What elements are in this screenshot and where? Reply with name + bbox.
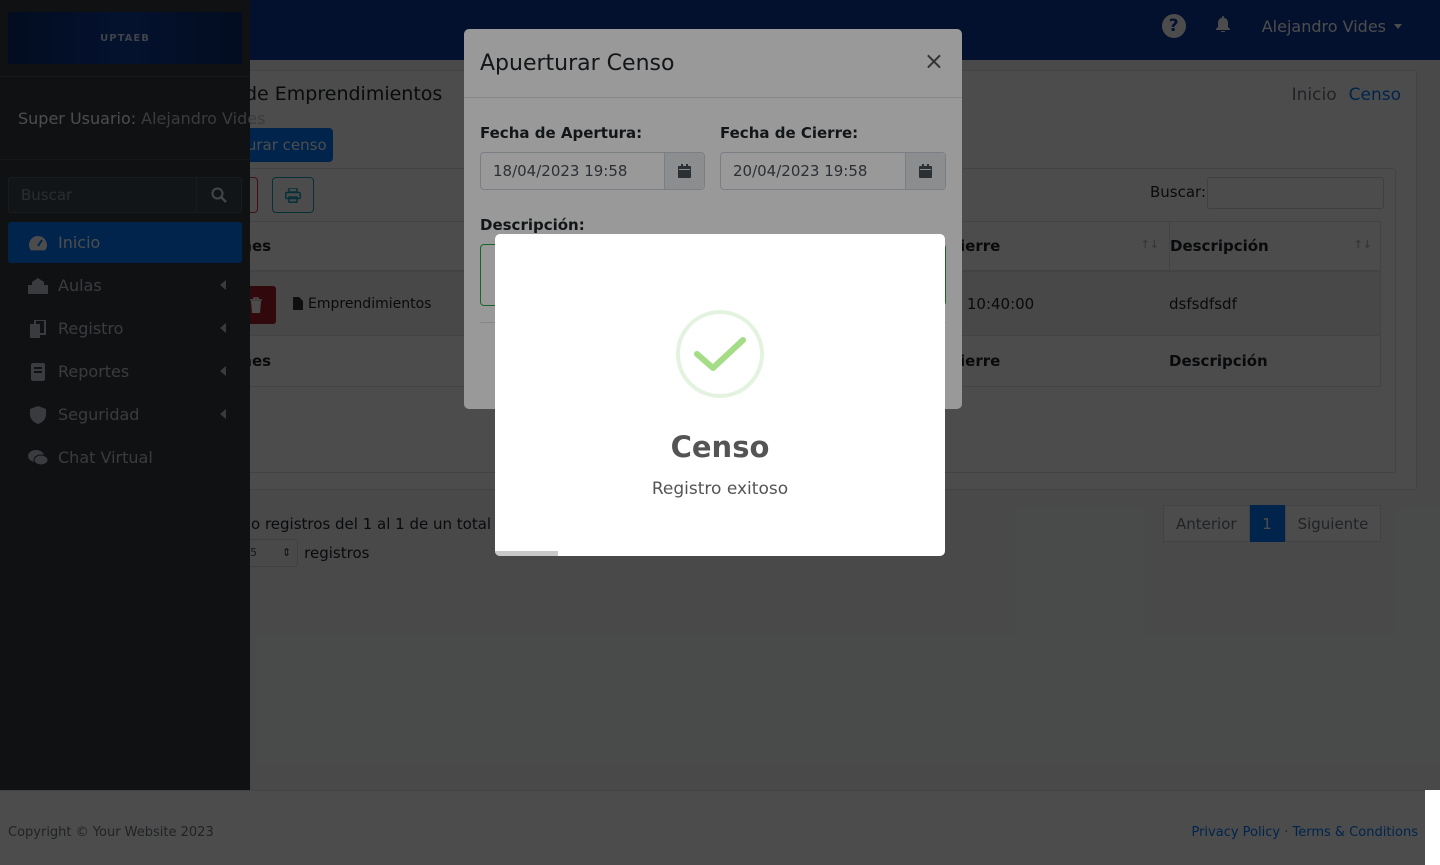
alert-timer-progress <box>495 551 558 556</box>
alert-title: Censo <box>670 430 770 464</box>
alert-text: Registro exitoso <box>651 479 789 499</box>
scrollbar-gap <box>1425 790 1440 865</box>
success-alert: Censo Registro exitoso <box>495 234 945 556</box>
success-check-icon <box>676 310 764 398</box>
